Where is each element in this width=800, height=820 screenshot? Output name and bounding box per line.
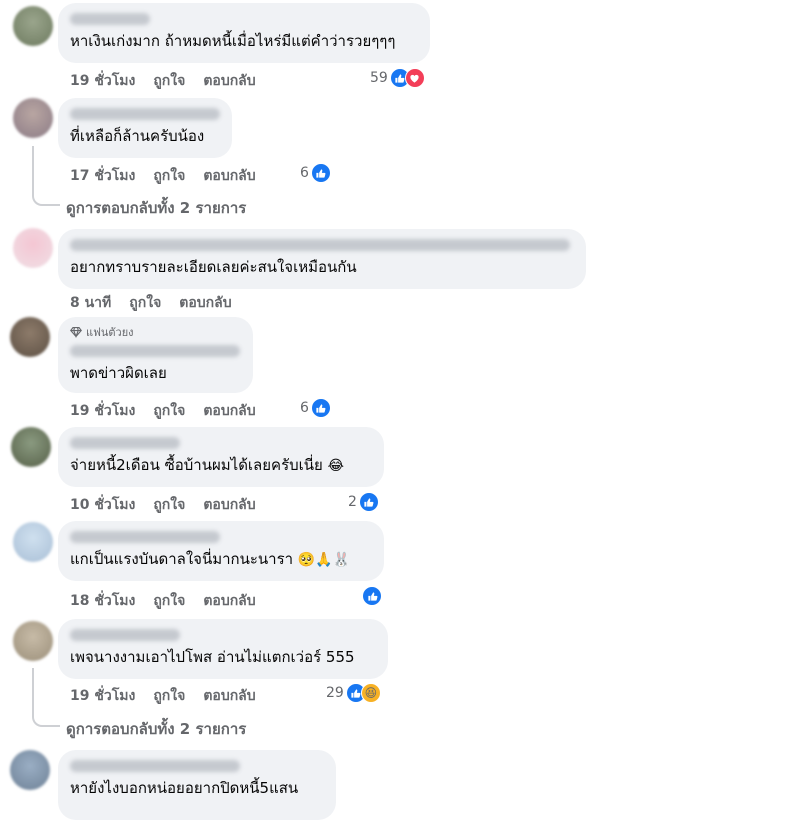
comment-text: ที่เหลือก็ล้านครับน้อง (70, 127, 205, 145)
avatar[interactable] (13, 522, 53, 562)
top-fan-badge: แฟนตัวยง (70, 323, 241, 341)
like-button[interactable]: ถูกใจ (153, 685, 185, 707)
comment-actions: 8 นาที ถูกใจ ตอบกลับ (70, 292, 232, 314)
like-icon (310, 398, 331, 418)
like-button[interactable]: ถูกใจ (153, 590, 185, 612)
like-button[interactable]: ถูกใจ (153, 70, 185, 92)
author-name-redacted[interactable] (70, 345, 240, 357)
avatar[interactable] (13, 621, 53, 661)
emoji: 😂 (327, 458, 344, 474)
timestamp[interactable]: 17 ชั่วโมง (70, 165, 135, 187)
comment-actions: 17 ชั่วโมง ถูกใจ ตอบกลับ (70, 165, 256, 187)
reply-button[interactable]: ตอบกลับ (203, 400, 255, 422)
comment-actions: 19 ชั่วโมง ถูกใจ ตอบกลับ (70, 400, 256, 422)
reply-button[interactable]: ตอบกลับ (203, 590, 255, 612)
love-icon (404, 68, 425, 88)
like-icon (358, 492, 379, 512)
like-button[interactable]: ถูกใจ (153, 494, 185, 516)
view-replies-link[interactable]: ดูการตอบกลับทั้ง 2 รายการ (66, 717, 246, 741)
view-replies-link[interactable]: ดูการตอบกลับทั้ง 2 รายการ (66, 196, 246, 220)
reaction-count: 29 (326, 685, 344, 701)
timestamp[interactable]: 10 ชั่วโมง (70, 494, 135, 516)
comment-bubble: หายังไงบอกหน่อยอยากปิดหนี้5แสน (58, 750, 336, 820)
comment-bubble: เพจนางงามเอาไปโพส อ่านไม่แตกเว่อร์ 555 (58, 619, 388, 679)
reaction-count: 6 (300, 400, 309, 416)
like-button[interactable]: ถูกใจ (153, 165, 185, 187)
comment-text: แกเป็นแรงบันดาลใจนี่มากนะนารา 🥺🙏🐰 (70, 550, 351, 568)
author-name-redacted[interactable] (70, 531, 220, 543)
author-name-redacted[interactable] (70, 239, 570, 251)
reply-button[interactable]: ตอบกลับ (203, 70, 255, 92)
reaction-summary[interactable]: 6 (300, 163, 331, 183)
reaction-count: 2 (348, 494, 357, 510)
like-button[interactable]: ถูกใจ (153, 400, 185, 422)
timestamp[interactable]: 18 ชั่วโมง (70, 590, 135, 612)
timestamp[interactable]: 19 ชั่วโมง (70, 685, 135, 707)
comment-actions: 18 ชั่วโมง ถูกใจ ตอบกลับ (70, 590, 256, 612)
reply-button[interactable]: ตอบกลับ (179, 292, 231, 314)
comment-text: หาเงินเก่งมาก ถ้าหมดหนี้เมื่อไหร่มีแต่คำ… (70, 32, 396, 50)
reaction-count: 6 (300, 165, 309, 181)
reply-button[interactable]: ตอบกลับ (203, 494, 255, 516)
reply-button[interactable]: ตอบกลับ (203, 165, 255, 187)
reaction-count: 59 (370, 70, 388, 86)
avatar[interactable] (10, 317, 50, 357)
emoji: 🥺🙏🐰 (297, 552, 351, 568)
author-name-redacted[interactable] (70, 108, 220, 120)
comment-actions: 19 ชั่วโมง ถูกใจ ตอบกลับ (70, 70, 256, 92)
reply-thread-line (32, 668, 60, 727)
reaction-summary[interactable]: 2 (348, 492, 379, 512)
avatar[interactable] (13, 228, 53, 268)
comment-bubble: จ่ายหนี้2เดือน ซื้อบ้านผมได้เลยครับเนี่ย… (58, 427, 384, 487)
comment-text: เพจนางงามเอาไปโพส อ่านไม่แตกเว่อร์ 555 (70, 648, 355, 666)
reaction-summary[interactable] (360, 586, 382, 606)
comment-bubble: แกเป็นแรงบันดาลใจนี่มากนะนารา 🥺🙏🐰 (58, 521, 384, 581)
haha-icon: 😆 (360, 683, 381, 703)
like-icon (362, 586, 382, 606)
reply-button[interactable]: ตอบกลับ (203, 685, 255, 707)
timestamp[interactable]: 8 นาที (70, 292, 111, 314)
author-name-redacted[interactable] (70, 629, 180, 641)
reaction-summary[interactable]: 6 (300, 398, 331, 418)
like-icon (310, 163, 331, 183)
comment-bubble: หาเงินเก่งมาก ถ้าหมดหนี้เมื่อไหร่มีแต่คำ… (58, 3, 430, 63)
reply-thread-line (32, 146, 60, 206)
timestamp[interactable]: 19 ชั่วโมง (70, 70, 135, 92)
comment-bubble: อยากทราบรายละเอียดเลยค่ะสนใจเหมือนกัน (58, 229, 586, 289)
comment-bubble: แฟนตัวยง พาดข่าวผิดเลย (58, 317, 253, 393)
author-name-redacted[interactable] (70, 13, 150, 25)
reaction-summary[interactable]: 59 (370, 68, 425, 88)
comment-text: หายังไงบอกหน่อยอยากปิดหนี้5แสน (70, 779, 299, 797)
like-button[interactable]: ถูกใจ (129, 292, 161, 314)
reaction-summary[interactable]: 29 😆 (326, 683, 381, 703)
author-name-redacted[interactable] (70, 437, 180, 449)
comment-actions: 19 ชั่วโมง ถูกใจ ตอบกลับ (70, 685, 256, 707)
timestamp[interactable]: 19 ชั่วโมง (70, 400, 135, 422)
comment-text: อยากทราบรายละเอียดเลยค่ะสนใจเหมือนกัน (70, 258, 357, 276)
comment-bubble: ที่เหลือก็ล้านครับน้อง (58, 98, 232, 158)
author-name-redacted[interactable] (70, 760, 240, 772)
avatar[interactable] (10, 750, 50, 790)
comment-text: พาดข่าวผิดเลย (70, 364, 167, 382)
avatar[interactable] (13, 6, 53, 46)
comment-actions: 10 ชั่วโมง ถูกใจ ตอบกลับ (70, 494, 256, 516)
avatar[interactable] (11, 427, 51, 467)
avatar[interactable] (13, 98, 53, 138)
diamond-icon (70, 326, 82, 338)
comment-text: จ่ายหนี้2เดือน ซื้อบ้านผมได้เลยครับเนี่ย… (70, 456, 344, 474)
